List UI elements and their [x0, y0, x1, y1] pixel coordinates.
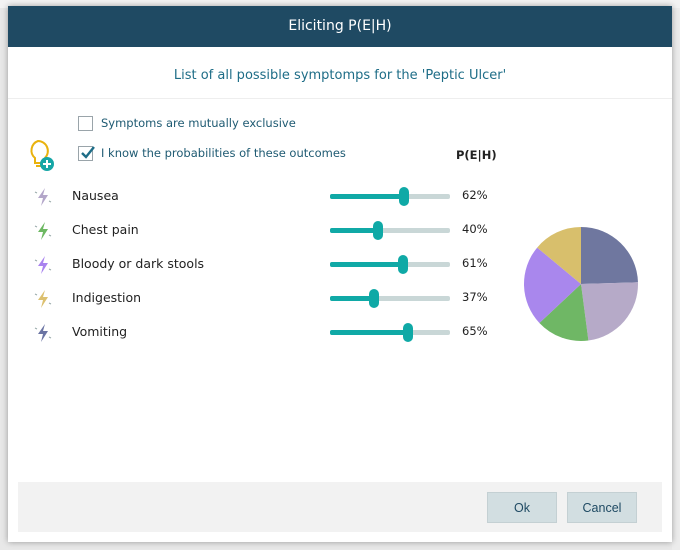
- slider-thumb[interactable]: [398, 255, 409, 274]
- eliciting-dialog: Eliciting P(E|H) List of all possible sy…: [8, 6, 672, 542]
- dialog-subtitle: List of all possible symptomps for the '…: [173, 68, 507, 83]
- know-probabilities-checkbox[interactable]: [78, 145, 95, 161]
- probability-slider[interactable]: [330, 187, 450, 206]
- symptom-name: Bloody or dark stools: [72, 256, 205, 271]
- symptom-name: Indigestion: [72, 290, 142, 305]
- symptom-name: Nausea: [72, 188, 119, 203]
- probability-slider[interactable]: [330, 289, 450, 308]
- probability-value: 62%: [462, 188, 488, 202]
- slider-fill: [330, 296, 375, 301]
- symptom-name: Chest pain: [72, 222, 139, 237]
- add-idea-icon[interactable]: [24, 138, 56, 172]
- slider-thumb[interactable]: [399, 187, 410, 206]
- pie-slice: [581, 282, 638, 341]
- checkmark-icon: [81, 145, 95, 159]
- lightning-icon: [34, 290, 52, 308]
- know-probabilities-label: I know the probabilities of these outcom…: [101, 146, 346, 160]
- slider-fill: [330, 194, 405, 199]
- probability-slider[interactable]: [330, 323, 450, 342]
- slider-fill: [330, 330, 408, 335]
- mutually-exclusive-checkbox[interactable]: [78, 115, 93, 131]
- symptom-row: Nausea 62%: [8, 185, 672, 207]
- probability-slider[interactable]: [330, 255, 450, 274]
- slider-thumb[interactable]: [373, 221, 383, 240]
- probability-value: 65%: [462, 324, 488, 338]
- lightning-icon: [34, 222, 52, 240]
- slider-thumb[interactable]: [369, 289, 380, 308]
- probability-value: 37%: [462, 290, 488, 304]
- slider-thumb[interactable]: [403, 323, 413, 342]
- probability-pie-chart: [524, 227, 638, 341]
- dialog-title: Eliciting P(E|H): [8, 6, 672, 47]
- slider-fill: [330, 262, 404, 267]
- header-divider: [8, 98, 672, 99]
- slider-fill: [330, 228, 378, 233]
- dialog-footer: Ok Cancel: [18, 482, 662, 532]
- probability-slider[interactable]: [330, 221, 450, 240]
- cancel-button[interactable]: Cancel: [567, 492, 637, 523]
- know-probabilities-option[interactable]: I know the probabilities of these outcom…: [78, 144, 346, 162]
- probability-value: 40%: [462, 222, 488, 236]
- lightning-icon: [34, 256, 52, 274]
- lightning-icon: [34, 188, 52, 206]
- probability-column-header: P(E|H): [456, 148, 497, 162]
- probability-value: 61%: [462, 256, 488, 270]
- mutually-exclusive-option[interactable]: Symptoms are mutually exclusive: [78, 114, 296, 132]
- mutually-exclusive-label: Symptoms are mutually exclusive: [101, 116, 296, 130]
- ok-button[interactable]: Ok: [487, 492, 557, 523]
- symptom-name: Vomiting: [72, 324, 128, 339]
- lightning-icon: [34, 324, 52, 342]
- background-edge: [672, 8, 680, 550]
- pie-slice: [581, 227, 638, 284]
